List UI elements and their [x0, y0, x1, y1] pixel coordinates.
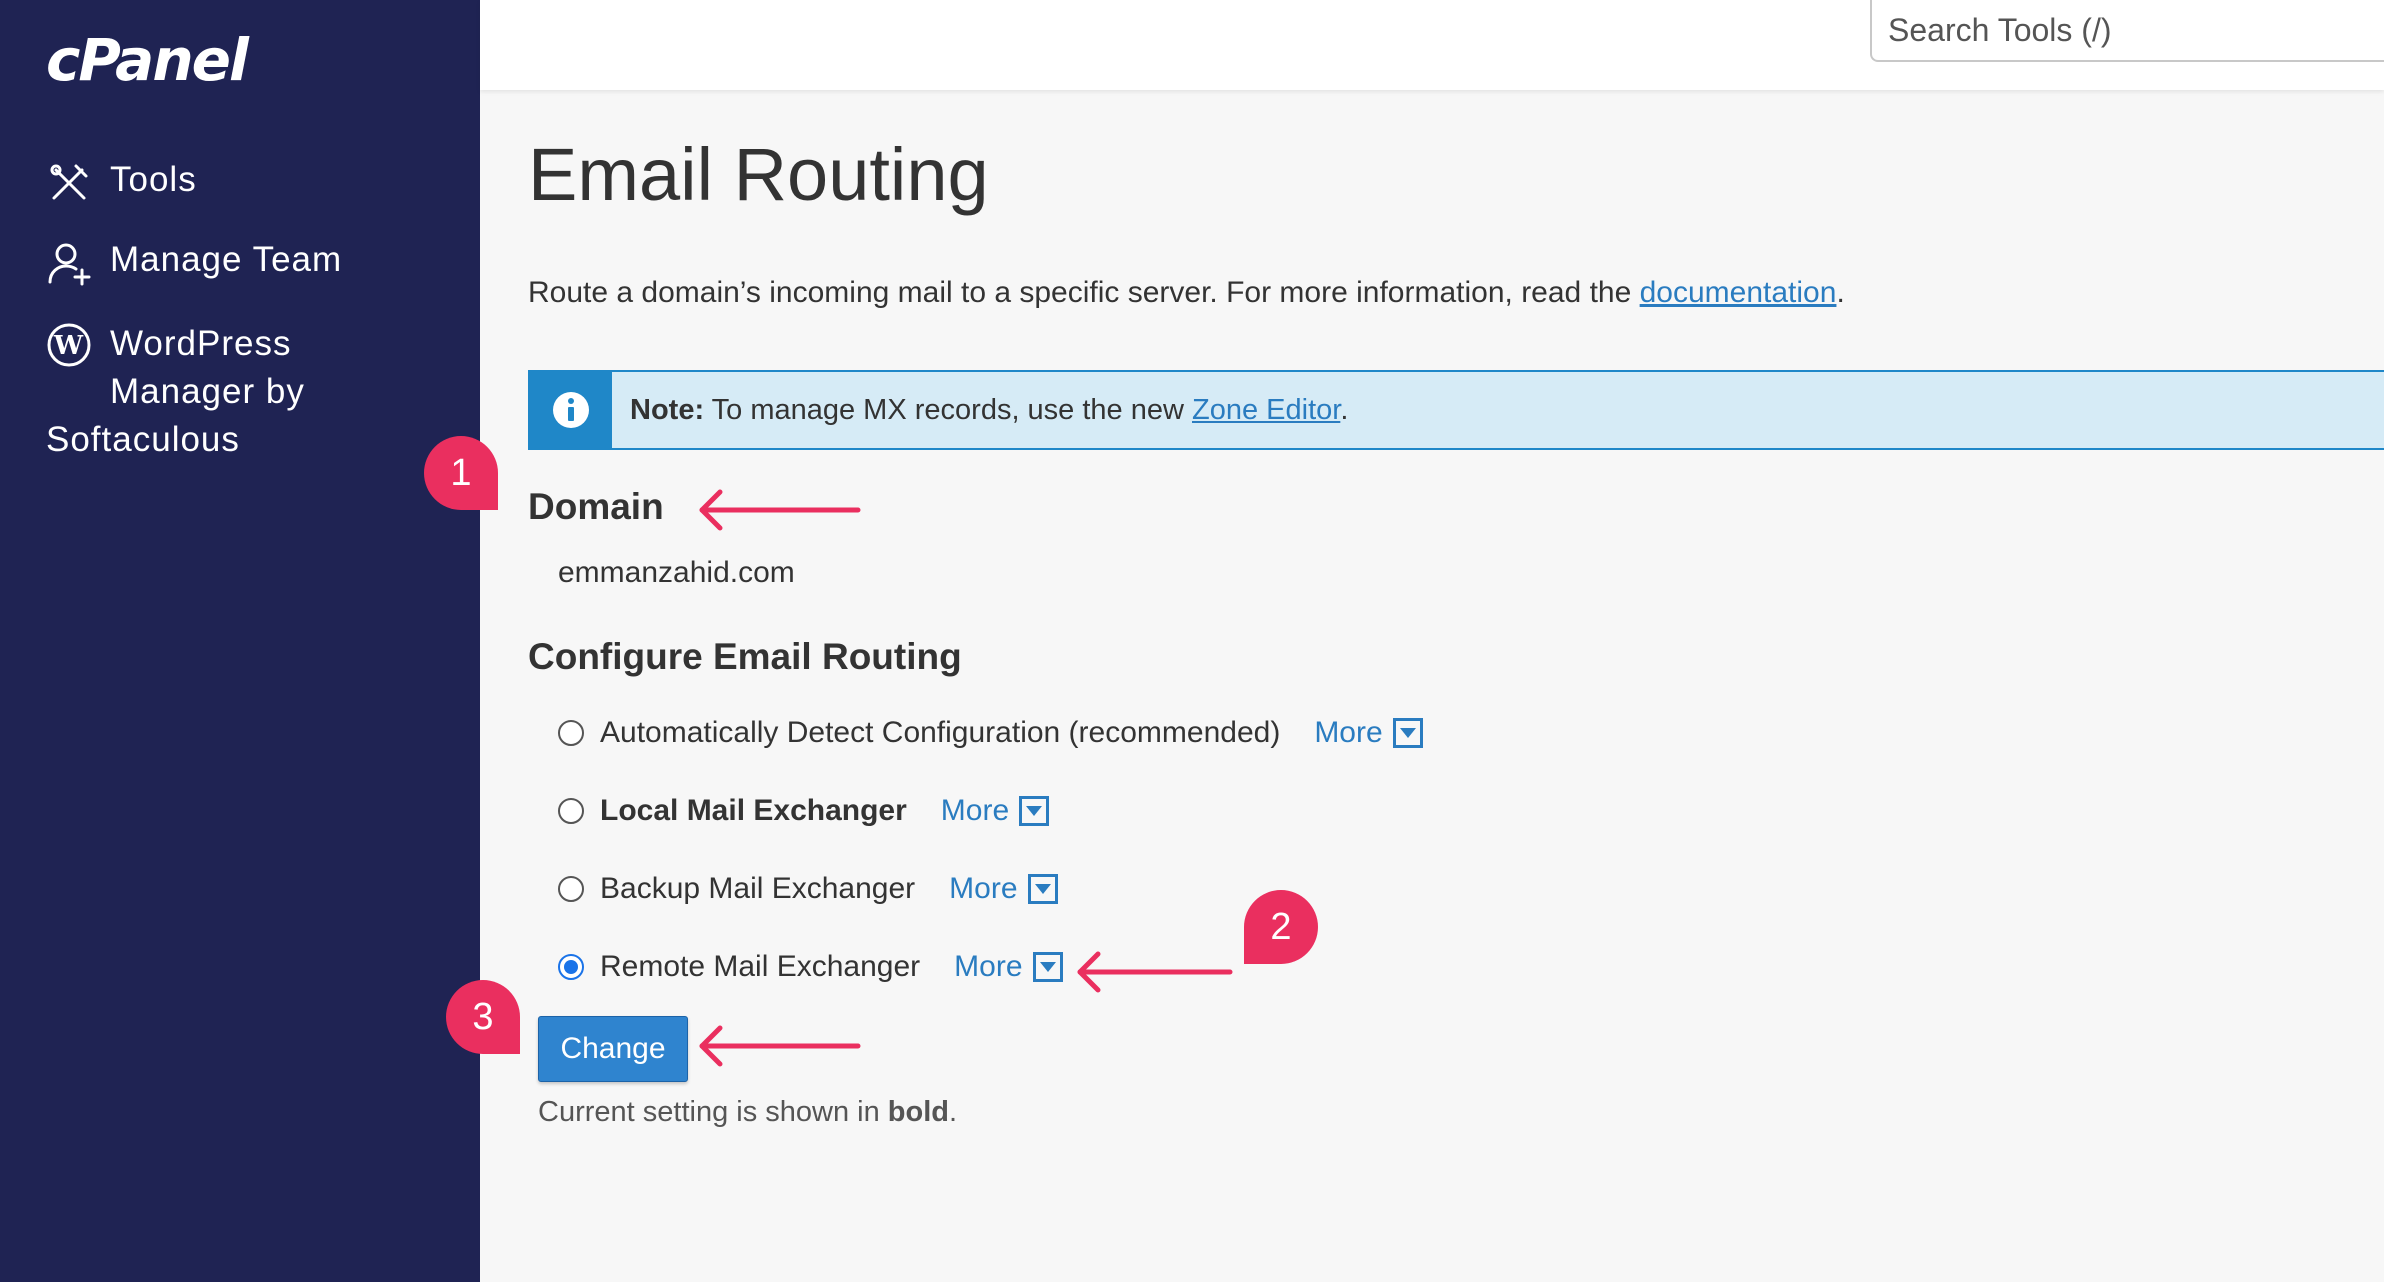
configure-routing-heading: Configure Email Routing: [528, 636, 962, 677]
radio-local-mail-exchanger[interactable]: [558, 798, 584, 824]
more-label: More: [949, 872, 1018, 905]
note-text: Note: To manage MX records, use the new …: [630, 394, 1348, 427]
more-toggle-backup[interactable]: More: [949, 872, 1058, 906]
page-description: Route a domain’s incoming mail to a spec…: [528, 276, 1845, 310]
description-text: Route a domain’s incoming mail to a spec…: [528, 276, 1640, 309]
annotation-arrow-remote: [1077, 951, 1233, 993]
note-label: Note:: [630, 393, 705, 426]
hint-text: Current setting is shown in: [538, 1096, 888, 1128]
svg-text:W: W: [53, 331, 84, 361]
more-toggle-local[interactable]: More: [940, 794, 1050, 828]
chevron-down-icon: [1019, 796, 1050, 826]
annotation-arrow-domain: [699, 489, 861, 531]
more-toggle-auto[interactable]: More: [1314, 716, 1423, 750]
change-button[interactable]: Change: [538, 1016, 688, 1082]
sidebar-item-label-line1: WordPress: [110, 324, 292, 363]
annotation-badge-2: 2: [1244, 890, 1318, 964]
description-period: .: [1836, 276, 1845, 309]
routing-option-backup: Backup Mail Exchanger More: [558, 872, 1058, 906]
sidebar-item-manage-team[interactable]: Manage Team: [46, 240, 342, 286]
wordpress-icon: W: [47, 323, 91, 367]
sidebar-item-label-line3: Softaculous: [46, 420, 240, 459]
more-toggle-remote[interactable]: More: [954, 950, 1063, 984]
info-icon: [553, 392, 589, 428]
sidebar-item-label: Manage Team: [110, 240, 343, 279]
option-label: Local Mail Exchanger: [600, 794, 907, 827]
annotation-arrow-change: [699, 1025, 861, 1067]
sidebar-item-label-line2: Manager by: [110, 372, 305, 411]
documentation-link[interactable]: documentation: [1640, 276, 1837, 309]
badge-number: 2: [1270, 905, 1292, 948]
routing-option-auto: Automatically Detect Configuration (reco…: [558, 716, 1423, 750]
sidebar-item-tools[interactable]: Tools: [46, 160, 197, 206]
more-label: More: [954, 950, 1023, 983]
annotation-badge-1: 1: [424, 436, 498, 510]
chevron-down-icon: [1032, 952, 1063, 982]
hint-bold: bold: [887, 1096, 949, 1128]
chevron-down-icon: [1392, 718, 1423, 748]
sidebar: cPanel Tools Manage Team W WordPress Man…: [0, 0, 480, 1282]
radio-backup-mail-exchanger[interactable]: [558, 876, 584, 902]
more-label: More: [940, 794, 1010, 827]
search-tools-input[interactable]: [1870, 0, 2384, 62]
more-label: More: [1314, 716, 1383, 749]
radio-remote-mail-exchanger[interactable]: [558, 954, 584, 980]
note-body: To manage MX records, use the new: [704, 393, 1192, 426]
user-add-icon: [48, 243, 91, 286]
badge-number: 1: [450, 451, 472, 494]
option-label: Remote Mail Exchanger: [600, 950, 921, 983]
note-period: .: [1340, 393, 1349, 426]
cpanel-logo[interactable]: cPanel: [46, 26, 249, 94]
routing-option-remote: Remote Mail Exchanger More: [558, 950, 1063, 984]
tools-icon: [50, 164, 88, 200]
domain-heading: Domain: [528, 486, 664, 527]
current-setting-hint: Current setting is shown in bold.: [538, 1096, 957, 1129]
annotation-badge-3: 3: [446, 980, 520, 1054]
option-label: Backup Mail Exchanger: [600, 872, 916, 905]
sidebar-item-label: Tools: [110, 160, 197, 199]
routing-option-local: Local Mail Exchanger More: [558, 794, 1050, 828]
zone-editor-link[interactable]: Zone Editor: [1192, 394, 1340, 426]
sidebar-item-wordpress-manager[interactable]: W WordPress Manager by Softaculous: [46, 320, 366, 464]
page-title: Email Routing: [528, 133, 989, 216]
note-callout: Note: To manage MX records, use the new …: [528, 370, 2384, 450]
chevron-down-icon: [1027, 874, 1058, 904]
note-icon-box: [530, 372, 612, 448]
domain-value: emmanzahid.com: [558, 556, 795, 589]
badge-number: 3: [472, 995, 494, 1038]
option-label: Automatically Detect Configuration (reco…: [600, 716, 1281, 749]
radio-auto-detect[interactable]: [558, 720, 584, 746]
hint-period: .: [948, 1096, 958, 1128]
